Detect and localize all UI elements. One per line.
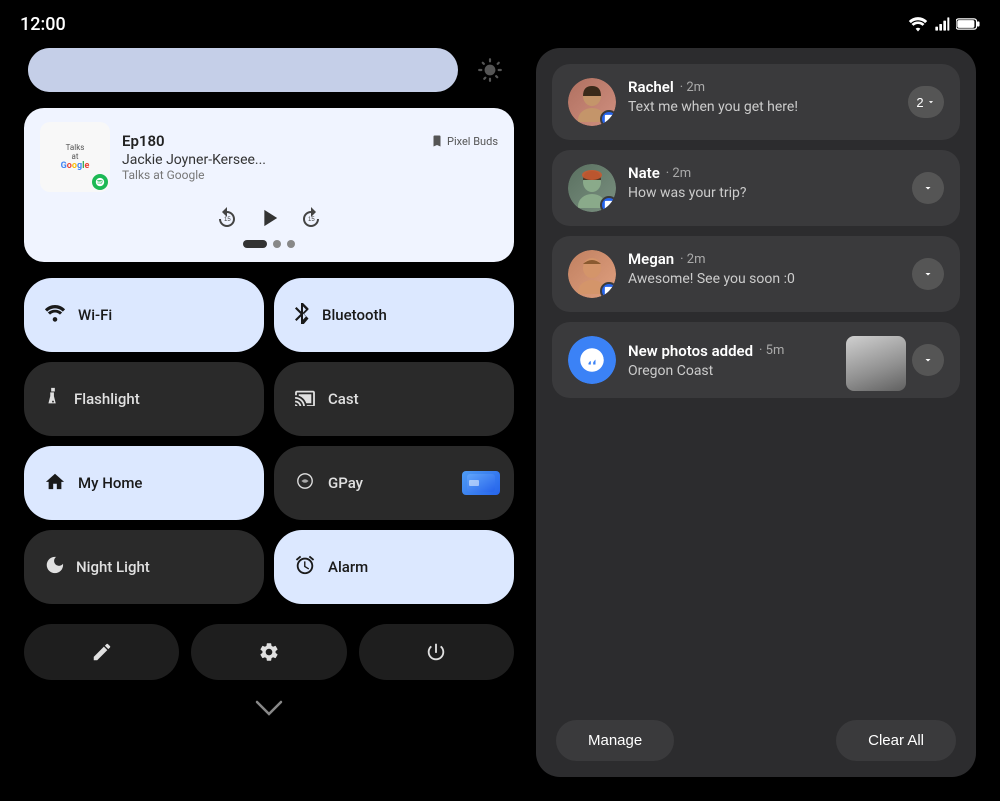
brightness-row xyxy=(24,48,514,92)
rachel-app-badge xyxy=(600,110,616,126)
photos-thumbnail xyxy=(846,336,906,391)
media-device: Pixel Buds xyxy=(431,135,498,148)
media-controls: 15 15 xyxy=(40,200,498,232)
megan-content: Megan · 2m Awesome! See you soon :0 xyxy=(628,250,900,287)
media-info: Ep180 Pixel Buds Jackie Joyner-Kersee...… xyxy=(122,132,498,182)
clear-all-button[interactable]: Clear All xyxy=(836,720,956,761)
tile-myhome-label: My Home xyxy=(78,474,142,492)
tile-wifi[interactable]: Wi-Fi xyxy=(24,278,264,352)
nate-app-badge xyxy=(600,196,616,212)
bottom-chevron[interactable] xyxy=(24,700,514,716)
brightness-icon xyxy=(470,50,510,90)
notif-actions: Manage Clear All xyxy=(552,716,960,761)
tile-alarm-label: Alarm xyxy=(328,558,368,576)
tile-bluetooth-label: Bluetooth xyxy=(322,306,387,324)
rachel-expand-count[interactable]: 2 xyxy=(908,86,944,118)
quick-settings-panel: Talks at Google Ep180 xyxy=(24,48,514,777)
flashlight-icon xyxy=(44,386,62,413)
nate-expand-button[interactable] xyxy=(912,172,944,204)
rachel-content: Rachel · 2m Text me when you get here! xyxy=(628,78,896,115)
edit-button[interactable] xyxy=(24,624,179,680)
tile-myhome[interactable]: My Home xyxy=(24,446,264,520)
media-card: Talks at Google Ep180 xyxy=(24,108,514,262)
megan-expand-button[interactable] xyxy=(912,258,944,290)
status-time: 12:00 xyxy=(20,14,66,35)
settings-button[interactable] xyxy=(191,624,346,680)
gpay-card-badge xyxy=(462,471,500,495)
wifi-icon xyxy=(44,303,66,327)
nate-time: · 2m xyxy=(666,166,691,181)
photos-avatar xyxy=(568,336,616,384)
rachel-name: Rachel xyxy=(628,78,674,96)
tile-bluetooth[interactable]: Bluetooth xyxy=(274,278,514,352)
tile-nightlight-label: Night Light xyxy=(76,558,150,576)
photos-subtitle: Oregon Coast xyxy=(628,363,832,379)
megan-message: Awesome! See you soon :0 xyxy=(628,271,900,287)
bottom-buttons xyxy=(24,624,514,680)
nate-content: Nate · 2m How was your trip? xyxy=(628,164,900,201)
bluetooth-icon xyxy=(294,302,310,329)
tile-cast-label: Cast xyxy=(328,390,359,408)
media-device-label: Pixel Buds xyxy=(447,135,498,148)
media-forward-button[interactable]: 15 xyxy=(299,206,323,230)
rachel-avatar xyxy=(568,78,616,126)
brightness-slider[interactable] xyxy=(28,48,458,92)
signal-status-icon xyxy=(934,16,950,32)
tile-flashlight-label: Flashlight xyxy=(74,390,140,408)
status-icons xyxy=(908,16,980,32)
alarm-icon xyxy=(294,554,316,581)
notif-photos: New photos added · 5m Oregon Coast xyxy=(552,322,960,398)
nate-name: Nate xyxy=(628,164,660,182)
rachel-message: Text me when you get here! xyxy=(628,99,896,115)
power-button[interactable] xyxy=(359,624,514,680)
media-dots xyxy=(40,240,498,248)
megan-time: · 2m xyxy=(680,252,705,267)
tiles-grid: Wi-Fi Bluetooth Flashlight xyxy=(24,278,514,604)
megan-name: Megan xyxy=(628,250,674,268)
photos-content: New photos added · 5m Oregon Coast xyxy=(628,342,832,379)
media-play-button[interactable] xyxy=(255,204,283,232)
notifications-panel: Rachel · 2m Text me when you get here! 2 xyxy=(536,48,976,777)
svg-text:15: 15 xyxy=(308,217,315,223)
photos-time: · 5m xyxy=(759,343,784,358)
tile-flashlight[interactable]: Flashlight xyxy=(24,362,264,436)
manage-button[interactable]: Manage xyxy=(556,720,674,761)
home-icon xyxy=(44,471,66,496)
media-album-art: Talks at Google xyxy=(40,122,110,192)
tile-cast[interactable]: Cast xyxy=(274,362,514,436)
notif-megan: Megan · 2m Awesome! See you soon :0 xyxy=(552,236,960,312)
media-rewind-button[interactable]: 15 xyxy=(215,206,239,230)
rachel-time: · 2m xyxy=(680,80,705,95)
notif-nate: Nate · 2m How was your trip? xyxy=(552,150,960,226)
notif-rachel: Rachel · 2m Text me when you get here! 2 xyxy=(552,64,960,140)
tile-nightlight[interactable]: Night Light xyxy=(24,530,264,604)
gpay-icon xyxy=(294,471,316,495)
photos-expand-button[interactable] xyxy=(912,344,944,376)
svg-text:15: 15 xyxy=(224,217,231,223)
media-title: Jackie Joyner-Kersee... xyxy=(122,152,322,168)
nate-avatar xyxy=(568,164,616,212)
photos-title: New photos added xyxy=(628,342,753,360)
tile-wifi-label: Wi-Fi xyxy=(78,306,112,324)
media-subtitle: Talks at Google xyxy=(122,168,498,182)
cast-icon xyxy=(294,387,316,411)
google-logo: Google xyxy=(61,161,90,171)
media-episode: Ep180 xyxy=(122,132,165,150)
megan-avatar xyxy=(568,250,616,298)
tile-gpay-label: GPay xyxy=(328,474,363,492)
battery-status-icon xyxy=(956,16,980,32)
tile-gpay[interactable]: GPay xyxy=(274,446,514,520)
status-bar: 12:00 xyxy=(0,0,1000,48)
nate-message: How was your trip? xyxy=(628,185,900,201)
tile-alarm[interactable]: Alarm xyxy=(274,530,514,604)
wifi-status-icon xyxy=(908,16,928,32)
spotify-badge xyxy=(92,174,108,190)
nightlight-icon xyxy=(44,554,64,581)
megan-app-badge xyxy=(600,282,616,298)
